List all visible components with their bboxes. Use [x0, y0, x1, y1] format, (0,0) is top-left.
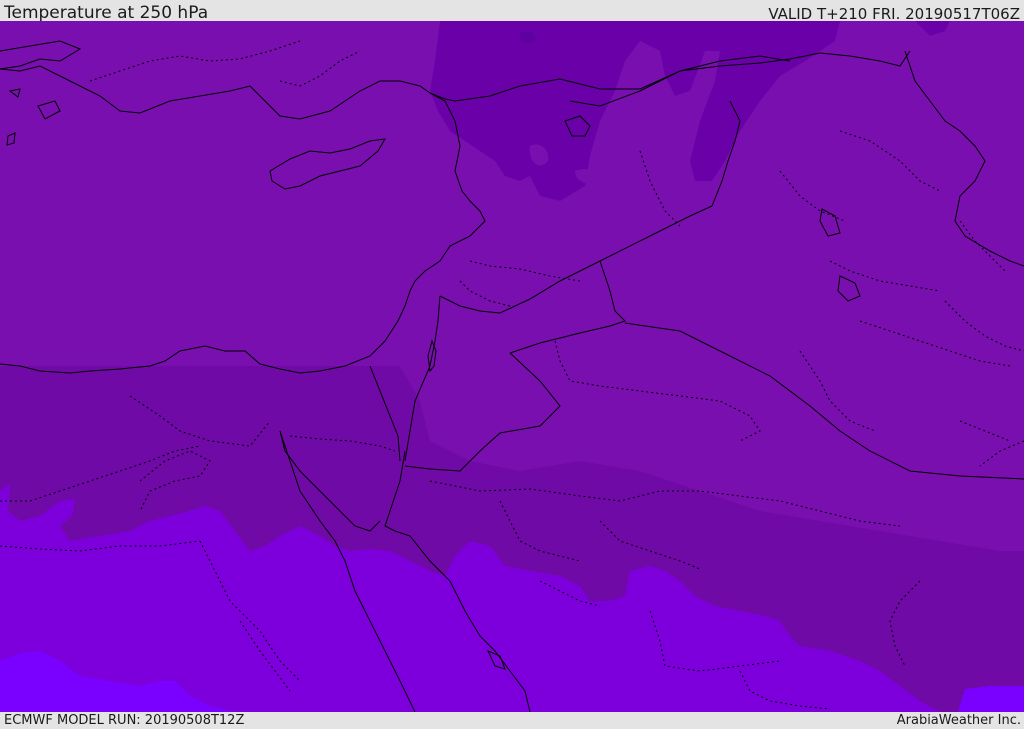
map-footer: ECMWF MODEL RUN: 20190508T12Z ArabiaWeat…	[0, 712, 1024, 729]
model-run: ECMWF MODEL RUN: 20190508T12Z	[4, 713, 245, 728]
map-title: Temperature at 250 hPa	[4, 3, 209, 23]
credit: ArabiaWeather Inc.	[896, 713, 1021, 728]
temperature-field-warmest-east	[958, 686, 1024, 712]
map-header: Temperature at 250 hPa VALID T+210 FRI. …	[0, 0, 1024, 23]
temperature-map	[0, 21, 1024, 712]
weather-map-frame: Temperature at 250 hPa VALID T+210 FRI. …	[0, 0, 1024, 729]
